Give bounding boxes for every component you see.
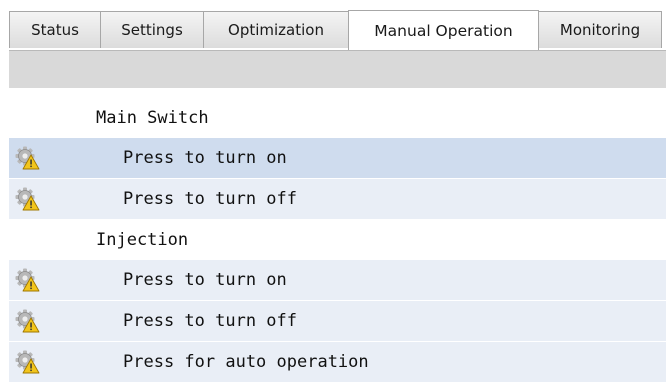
tab-monitoring[interactable]: Monitoring: [538, 11, 662, 48]
toolbar-strip: [9, 50, 666, 88]
action-label: Press to turn off: [123, 311, 297, 331]
action-label: Press to turn on: [123, 148, 287, 168]
action-label: Press to turn on: [123, 270, 287, 290]
gear-warning-icon: [14, 268, 40, 292]
action-label: Press for auto operation: [123, 352, 369, 372]
gear-warning-icon: [14, 187, 40, 211]
list-item[interactable]: Press to turn off: [9, 301, 666, 342]
group-title: Main Switch: [96, 107, 209, 128]
group-title: Injection: [96, 229, 189, 250]
tab-settings[interactable]: Settings: [100, 11, 204, 48]
manual-operation-list: Main Switch Press to turn on Press to tu…: [9, 98, 666, 383]
list-item[interactable]: Press to turn on: [9, 260, 666, 301]
gear-warning-icon: [14, 350, 40, 374]
action-label: Press to turn off: [123, 189, 297, 209]
gear-warning-icon: [14, 309, 40, 333]
list-item[interactable]: Press for auto operation: [9, 342, 666, 383]
tab-bar: Status Settings Optimization Manual Oper…: [0, 0, 666, 50]
group-header-injection: Injection: [9, 220, 666, 260]
list-item[interactable]: Press to turn off: [9, 179, 666, 220]
gear-warning-icon: [14, 146, 40, 170]
group-header-main-switch: Main Switch: [9, 98, 666, 138]
list-item[interactable]: Press to turn on: [9, 138, 666, 179]
tab-optimization[interactable]: Optimization: [203, 11, 349, 48]
tab-manual-operation[interactable]: Manual Operation: [348, 10, 539, 50]
tab-status[interactable]: Status: [9, 11, 101, 48]
